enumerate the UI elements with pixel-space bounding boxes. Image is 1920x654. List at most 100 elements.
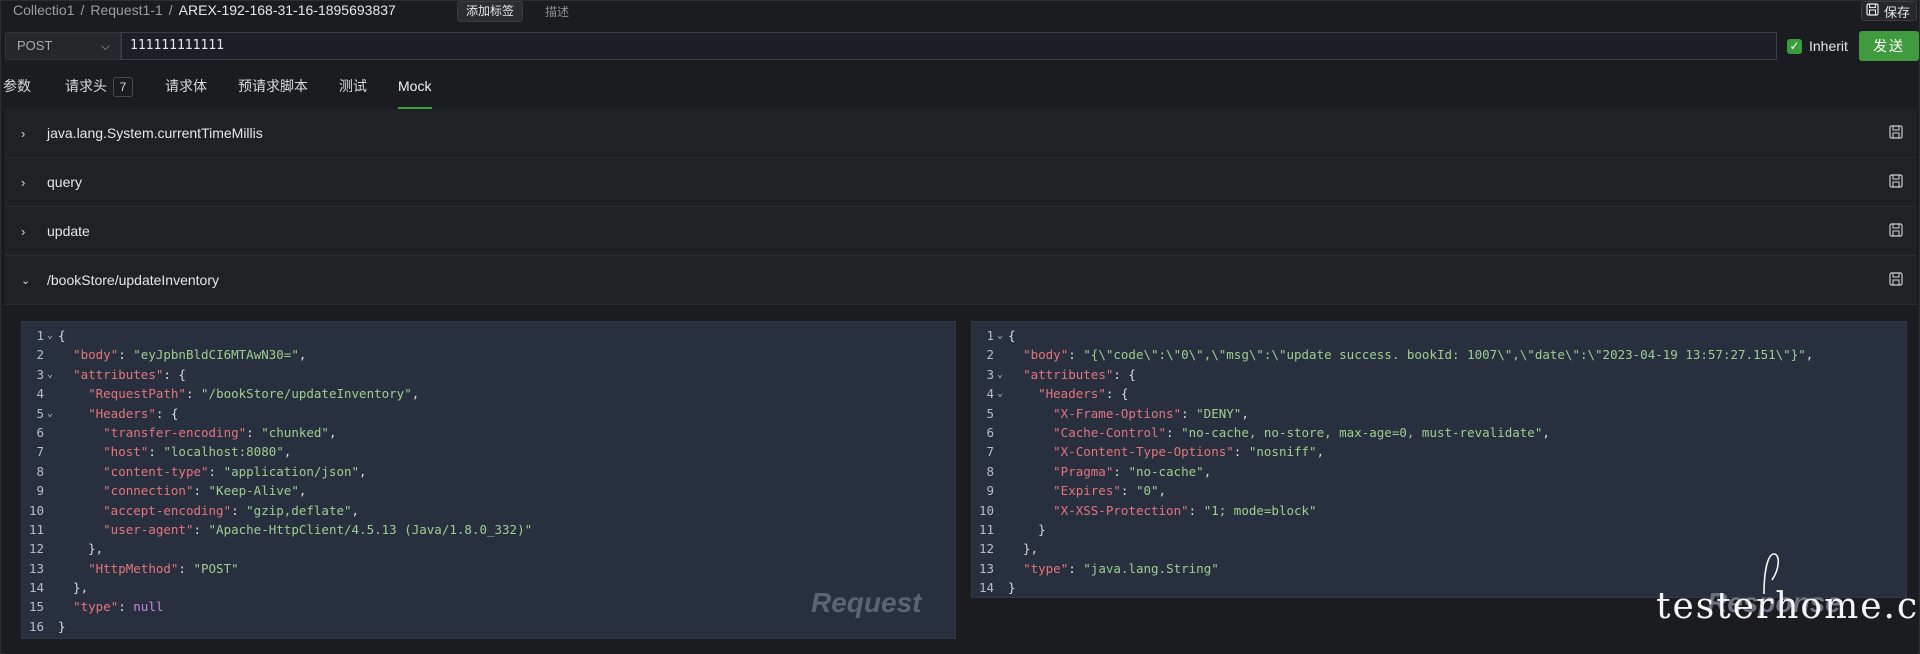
- method-value: POST: [17, 38, 53, 53]
- site-watermark-text: testerhome.com: [1656, 586, 1920, 627]
- tab-headers[interactable]: 请求头 7: [65, 73, 165, 109]
- line-number: 5: [986, 405, 994, 421]
- code-line: 8 "content-type": "application/json",: [22, 462, 955, 481]
- line-number: 3: [36, 366, 44, 382]
- code-text: "attributes": {: [73, 366, 186, 382]
- code-text: "Cache-Control": "no-cache, no-store, ma…: [1053, 424, 1550, 440]
- fold-toggle-icon[interactable]: ⌄: [997, 384, 1003, 403]
- line-number: 6: [36, 424, 44, 440]
- fold-toggle-icon[interactable]: ⌄: [47, 365, 53, 384]
- save-icon[interactable]: [1889, 125, 1903, 144]
- code-text: }: [1008, 580, 1016, 596]
- send-button[interactable]: 发送: [1859, 31, 1919, 61]
- code-line: 11 }: [972, 520, 1906, 539]
- mock-item[interactable]: › update: [5, 207, 1917, 256]
- line-number: 14: [28, 580, 44, 596]
- fold-toggle-icon[interactable]: ⌄: [47, 404, 53, 423]
- code-text: },: [1008, 541, 1039, 557]
- code-text: "Expires": "0",: [1053, 483, 1167, 499]
- mock-item[interactable]: › query: [5, 158, 1917, 207]
- code-line: 4 "RequestPath": "/bookStore/updateInven…: [22, 384, 955, 403]
- line-number: 9: [986, 483, 994, 499]
- line-number: 2: [986, 347, 994, 363]
- tab-pre-request-script[interactable]: 预请求脚本: [238, 73, 339, 109]
- code-line: 1 ⌄ {: [972, 326, 1906, 345]
- code-text: "Pragma": "no-cache",: [1053, 463, 1212, 479]
- save-icon[interactable]: [1889, 223, 1903, 242]
- breadcrumb-current[interactable]: AREX-192-168-31-16-1895693837: [179, 2, 396, 18]
- code-line: 3 ⌄ "attributes": {: [972, 365, 1906, 384]
- breadcrumb-collection[interactable]: Collectio1: [13, 2, 74, 18]
- tab-label: 请求头: [65, 78, 107, 94]
- line-number: 10: [978, 502, 994, 518]
- code-text: "X-Content-Type-Options": "nosniff",: [1053, 444, 1325, 460]
- code-text: {: [58, 328, 66, 343]
- description-link[interactable]: 描述: [545, 3, 569, 20]
- code-line: 3 ⌄ "attributes": {: [22, 365, 955, 384]
- code-line: 1 ⌄ {: [22, 326, 955, 345]
- breadcrumb-separator: /: [80, 2, 85, 18]
- code-line: 2 "body": "{\"code\":\"0\",\"msg\":\"upd…: [972, 345, 1906, 364]
- request-watermark: Request: [811, 587, 922, 618]
- line-number: 8: [986, 463, 994, 479]
- code-line: 6 "transfer-encoding": "chunked",: [22, 423, 955, 442]
- code-text: },: [58, 580, 89, 596]
- tab-params[interactable]: 参数: [3, 73, 65, 109]
- header-count-badge: 7: [113, 77, 133, 97]
- watermark-loop-glyph: [1763, 553, 1780, 594]
- mock-item-expanded[interactable]: ⌄ /bookStore/updateInventory: [5, 256, 1917, 305]
- inherit-label: Inherit: [1809, 38, 1848, 54]
- breadcrumb: Collectio1 / Request1-1 / AREX-192-168-31-16…: [13, 2, 396, 18]
- checkmark-icon: ✓: [1787, 38, 1802, 54]
- line-number: 13: [28, 560, 44, 576]
- method-select[interactable]: POST ⌵: [5, 32, 121, 60]
- line-number: 11: [978, 521, 994, 537]
- tab-tests[interactable]: 测试: [339, 73, 398, 109]
- code-text: "body": "{\"code\":\"0\",\"msg\":\"updat…: [1023, 347, 1814, 363]
- tab-label: 测试: [339, 78, 367, 94]
- code-line: 10 "accept-encoding": "gzip,deflate",: [22, 501, 955, 520]
- code-line: 9 "connection": "Keep-Alive",: [22, 481, 955, 500]
- code-text: }: [1008, 521, 1046, 537]
- code-line: 12 },: [22, 539, 955, 558]
- save-button[interactable]: 保存: [1860, 1, 1917, 21]
- add-tag-button[interactable]: 添加标签: [457, 1, 524, 22]
- line-number: 9: [36, 483, 44, 499]
- line-number: 6: [986, 424, 994, 440]
- code-line: 6 "Cache-Control": "no-cache, no-store, …: [972, 423, 1906, 442]
- code-text: "body": "eyJpbnBldCI6MTAwN30=",: [73, 347, 307, 363]
- code-line: 7 "X-Content-Type-Options": "nosniff",: [972, 442, 1906, 461]
- chevron-down-icon: ⌵: [100, 39, 110, 53]
- top-bar: Collectio1 / Request1-1 / AREX-192-168-31-16…: [1, 1, 1920, 23]
- code-text: "Headers": {: [88, 405, 179, 421]
- line-number: 4: [986, 386, 994, 402]
- code-line: 16}: [22, 617, 955, 636]
- tab-body[interactable]: 请求体: [165, 73, 238, 109]
- save-icon[interactable]: [1889, 174, 1903, 193]
- tab-label: 请求体: [165, 78, 207, 94]
- inherit-checkbox[interactable]: ✓ Inherit: [1787, 38, 1848, 54]
- line-number: 10: [28, 502, 44, 518]
- request-url-row: POST ⌵ 111111111111 ✓ Inherit 发送: [1, 31, 1920, 61]
- save-icon: [1866, 3, 1879, 19]
- fold-toggle-icon[interactable]: ⌄: [47, 326, 53, 345]
- code-text: {: [1008, 328, 1016, 343]
- line-number: 8: [36, 463, 44, 479]
- code-text: "X-Frame-Options": "DENY",: [1053, 405, 1249, 421]
- mock-item-label: query: [47, 174, 83, 190]
- chevron-right-icon: ›: [21, 125, 26, 141]
- save-label: 保存: [1883, 4, 1910, 20]
- code-text: "attributes": {: [1023, 366, 1136, 382]
- fold-toggle-icon[interactable]: ⌄: [997, 326, 1003, 345]
- tab-mock[interactable]: Mock: [398, 73, 432, 109]
- save-icon[interactable]: [1889, 272, 1903, 291]
- fold-toggle-icon[interactable]: ⌄: [997, 365, 1003, 384]
- breadcrumb-request[interactable]: Request1-1: [90, 2, 162, 18]
- code-text: "content-type": "application/json",: [103, 463, 367, 479]
- code-text: "X-XSS-Protection": "1; mode=block": [1053, 502, 1317, 518]
- site-watermark: testerhome.com: [1656, 553, 1920, 627]
- line-number: 15: [28, 599, 44, 615]
- mock-item[interactable]: › java.lang.System.currentTimeMillis: [5, 109, 1917, 158]
- url-input[interactable]: 111111111111: [121, 32, 1777, 60]
- code-text: "HttpMethod": "POST": [88, 560, 239, 576]
